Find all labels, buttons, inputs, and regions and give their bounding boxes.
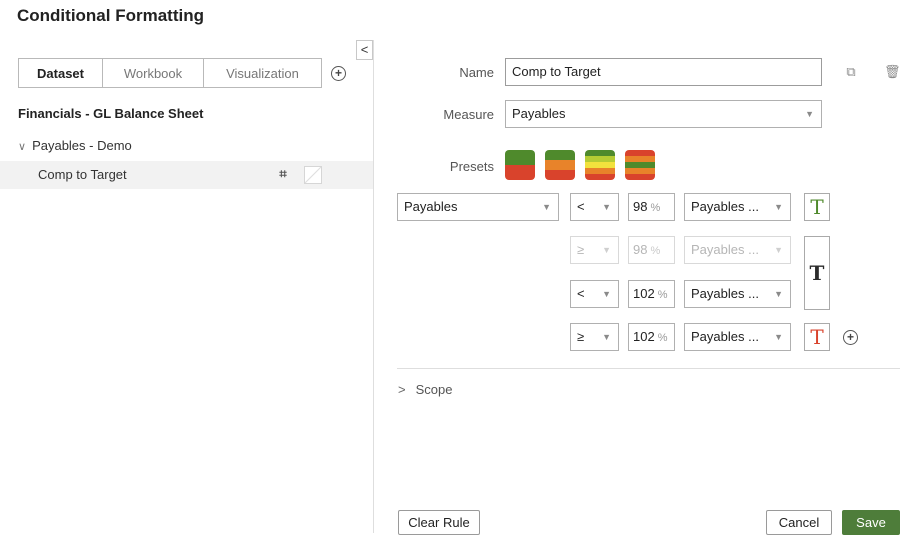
operator-value: < (577, 199, 585, 214)
operator-value: < (577, 286, 585, 301)
trash-icon[interactable]: 🗑 (884, 64, 900, 80)
threshold-value: 98 (633, 242, 648, 257)
text-color-red-button[interactable]: T (804, 323, 830, 351)
color-select-value: Payables ... (691, 329, 759, 344)
chevron-down-icon: ▼ (774, 332, 783, 342)
chevron-down-icon: ▼ (542, 202, 551, 212)
threshold-input[interactable]: 98% (628, 193, 675, 221)
scope-tabs: Dataset Workbook Visualization (18, 58, 322, 88)
rule-measure-select[interactable]: Payables ▼ (397, 193, 559, 221)
chevron-down-icon: ▼ (602, 245, 611, 255)
preset-color-band (545, 150, 575, 160)
collapse-panel-button[interactable]: < (356, 40, 373, 60)
format-swatch-icon[interactable] (304, 166, 322, 184)
name-label: Name (459, 65, 494, 80)
add-icon[interactable]: + (331, 66, 346, 81)
chevron-down-icon: ∨ (18, 141, 27, 153)
rule-measure-value: Payables (404, 199, 458, 214)
threshold-input[interactable]: 102% (628, 323, 675, 351)
text-color-green-button[interactable]: T (804, 193, 830, 221)
chevron-down-icon: ▼ (774, 245, 783, 255)
target-icon[interactable]: ⌗ (275, 166, 291, 182)
operator-select[interactable]: < ▼ (570, 280, 619, 308)
color-select: Payables ... ▼ (684, 236, 791, 264)
percent-label: % (657, 289, 668, 301)
presets-group (505, 150, 655, 180)
color-select[interactable]: Payables ... ▼ (684, 193, 791, 221)
scope-label: Scope (415, 382, 453, 397)
operator-select[interactable]: ≥ ▼ (570, 323, 619, 351)
color-select[interactable]: Payables ... ▼ (684, 280, 791, 308)
preset-color-band (585, 174, 615, 180)
preset-color-band (505, 165, 535, 180)
tab-workbook[interactable]: Workbook (103, 59, 204, 87)
measure-select[interactable]: Payables ▼ (505, 100, 822, 128)
operator-value: ≥ (577, 329, 585, 344)
page-title: Conditional Formatting (17, 6, 204, 25)
chevron-right-icon: > (398, 382, 406, 397)
tree-item-comp-to-target[interactable]: Comp to Target ⌗ (0, 161, 373, 189)
percent-label: % (657, 332, 668, 344)
tree-item-payables-demo[interactable]: ∨ Payables - Demo (18, 138, 132, 153)
operator-value: ≥ (577, 242, 585, 257)
tree-parent-label: Payables - Demo (32, 138, 132, 153)
preset-swatch-2[interactable] (545, 150, 575, 180)
preset-swatch-4[interactable] (625, 150, 655, 180)
color-select-value: Payables ... (691, 286, 759, 301)
chevron-down-icon: ▼ (774, 289, 783, 299)
preset-color-band (625, 174, 655, 180)
color-select[interactable]: Payables ... ▼ (684, 323, 791, 351)
preset-color-band (545, 170, 575, 180)
threshold-value: 98 (633, 199, 648, 214)
presets-label: Presets (449, 159, 494, 174)
threshold-value: 102 (633, 286, 655, 301)
color-select-value: Payables ... (691, 242, 759, 257)
preset-swatch-3[interactable] (585, 150, 615, 180)
copy-icon[interactable]: ⧉ (843, 64, 859, 80)
measure-select-value: Payables (512, 106, 566, 121)
measure-label: Measure (443, 107, 494, 122)
color-select-value: Payables ... (691, 199, 759, 214)
chevron-down-icon: ▼ (602, 289, 611, 299)
threshold-input[interactable]: 102% (628, 280, 675, 308)
chevron-down-icon: ▼ (774, 202, 783, 212)
clear-rule-button[interactable]: Clear Rule (398, 510, 480, 535)
operator-select: ≥ ▼ (570, 236, 619, 264)
chevron-down-icon: ▼ (602, 332, 611, 342)
add-rule-icon[interactable]: + (843, 330, 858, 345)
operator-select[interactable]: < ▼ (570, 193, 619, 221)
save-button[interactable]: Save (842, 510, 900, 535)
panel-divider (373, 40, 374, 533)
preset-color-band (505, 150, 535, 165)
chevron-down-icon: ▼ (805, 109, 814, 119)
name-input[interactable]: Comp to Target (505, 58, 822, 86)
dataset-name: Financials - GL Balance Sheet (18, 106, 204, 121)
scope-toggle[interactable]: > Scope (398, 382, 452, 397)
percent-label: % (650, 245, 661, 257)
tree-child-label: Comp to Target (38, 167, 127, 182)
section-divider (397, 368, 900, 369)
text-color-default-button[interactable]: T (804, 236, 830, 310)
threshold-input: 98% (628, 236, 675, 264)
tab-dataset[interactable]: Dataset (19, 59, 103, 87)
preset-swatch-1[interactable] (505, 150, 535, 180)
cancel-button[interactable]: Cancel (766, 510, 832, 535)
tab-visualization[interactable]: Visualization (204, 59, 321, 87)
threshold-value: 102 (633, 329, 655, 344)
chevron-down-icon: ▼ (602, 202, 611, 212)
percent-label: % (650, 202, 661, 214)
preset-color-band (545, 160, 575, 170)
